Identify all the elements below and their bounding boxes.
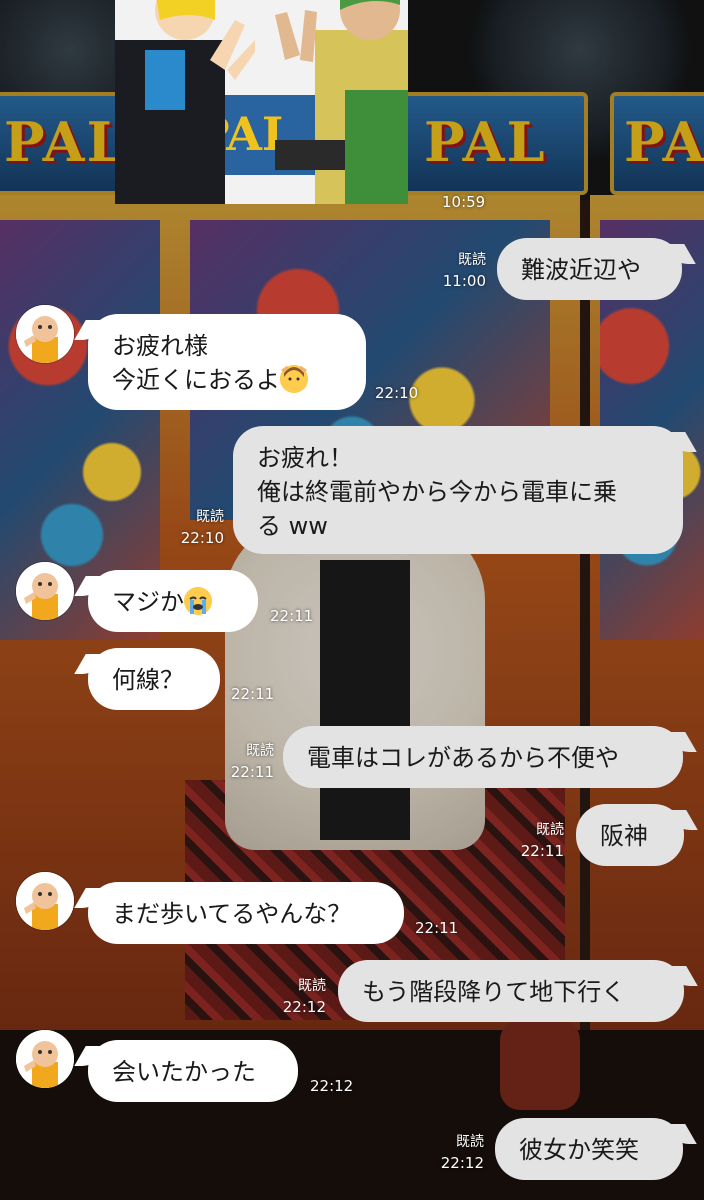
message-bubble-incoming[interactable]: 会いたかった	[88, 1040, 298, 1102]
chat-thread: 既読 11:00 難波近辺や お疲れ様 今近くにおるよ 22:10 既読 22:…	[0, 0, 704, 1200]
contact-avatar[interactable]	[16, 1030, 74, 1088]
read-receipt: 既読	[536, 822, 564, 838]
message-meta: 既読 22:10	[166, 507, 224, 549]
contact-avatar[interactable]	[16, 562, 74, 620]
message-bubble-incoming[interactable]: マジか	[88, 570, 258, 632]
message-time: 22:10	[375, 384, 419, 402]
message-bubble-incoming[interactable]: お疲れ様 今近くにおるよ	[88, 314, 366, 410]
message-meta: 既読 11:00	[428, 250, 486, 292]
message-time: 22:12	[282, 998, 326, 1016]
message-bubble-outgoing[interactable]: 彼女か笑笑	[495, 1118, 683, 1180]
message-time: 22:12	[440, 1154, 484, 1172]
woman-gesturing-ok-icon	[280, 365, 308, 393]
contact-avatar[interactable]	[16, 872, 74, 930]
avatar-character-icon	[16, 872, 74, 930]
message-time: 22:11	[230, 763, 274, 781]
message-time: 22:11	[415, 919, 459, 937]
message-meta: 既読 22:11	[222, 741, 274, 783]
loudly-crying-face-icon	[184, 587, 212, 615]
avatar-character-icon	[16, 305, 74, 363]
message-time: 22:10	[180, 529, 224, 547]
message-meta: 既読 22:12	[432, 1132, 484, 1174]
message-bubble-outgoing[interactable]: 電車はコレがあるから不便や	[283, 726, 683, 788]
message-time: 22:11	[231, 685, 275, 703]
message-bubble-incoming[interactable]: まだ歩いてるやんな？	[88, 882, 404, 944]
message-bubble-outgoing[interactable]: お疲れ！ 俺は終電前やから今から電車に乗 る ww	[233, 426, 683, 554]
message-time: 22:12	[310, 1077, 354, 1095]
read-receipt: 既読	[196, 509, 224, 525]
message-bubble-outgoing[interactable]: 難波近辺や	[497, 238, 682, 300]
contact-avatar[interactable]	[16, 305, 74, 363]
read-receipt: 既読	[458, 252, 486, 268]
read-receipt: 既読	[456, 1134, 484, 1150]
message-time: 11:00	[442, 272, 486, 290]
message-time: 22:11	[520, 842, 564, 860]
message-bubble-outgoing[interactable]: もう階段降りて地下行く	[338, 960, 684, 1022]
message-meta: 既読 22:12	[274, 976, 326, 1018]
avatar-character-icon	[16, 562, 74, 620]
message-meta: 既読 22:11	[510, 820, 564, 862]
message-time: 22:11	[270, 607, 314, 625]
avatar-character-icon	[16, 1030, 74, 1088]
message-bubble-incoming[interactable]: 何線？	[88, 648, 220, 710]
read-receipt: 既読	[298, 978, 326, 994]
read-receipt: 既読	[246, 743, 274, 759]
message-bubble-outgoing[interactable]: 阪神	[576, 804, 684, 866]
